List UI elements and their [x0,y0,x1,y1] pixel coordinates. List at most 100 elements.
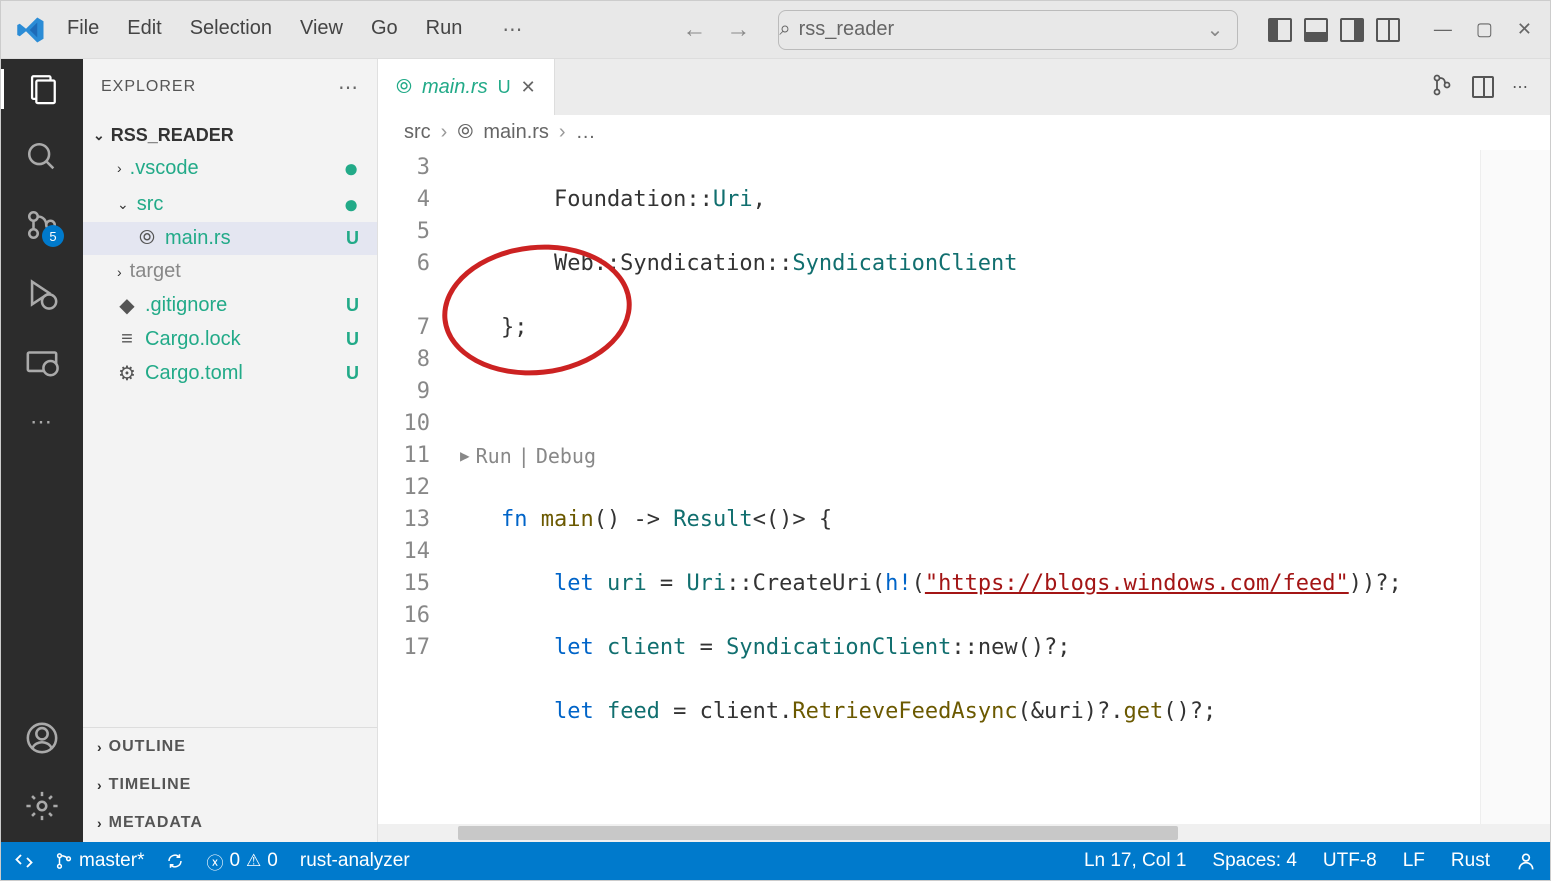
project-name: RSS_READER [111,125,234,146]
activity-source-control[interactable]: 5 [22,205,62,245]
rust-analyzer-status[interactable]: rust-analyzer [300,850,410,872]
breadcrumb-seg-more[interactable]: … [576,121,596,144]
status-bar: master* ⓧ0 ⚠0 rust-analyzer Ln 17, Col 1… [1,842,1550,880]
customize-layout-icon[interactable] [1376,18,1400,42]
activity-run-debug[interactable] [22,273,62,313]
tree-item[interactable]: ⦾main.rsU [83,222,377,255]
command-center[interactable]: ⌕ rss_reader ⌄ [778,10,1238,50]
sidebar-actions-icon[interactable]: ⋯ [338,75,359,100]
chevron-right-icon: › [441,121,448,144]
tab-status: U [498,77,511,98]
breadcrumb-seg-file[interactable]: main.rs [483,121,549,144]
sidebar-title: EXPLORER [101,78,196,96]
minimap[interactable] [1480,150,1550,824]
compare-changes-icon[interactable] [1430,73,1454,102]
minimize-icon[interactable]: — [1428,19,1458,40]
tree-root[interactable]: ⌄ RSS_READER [83,121,377,150]
code-editor[interactable]: 3 4 5 6 7 8 9 10 11 12 13 14 15 16 17 Fo… [378,150,1550,824]
cursor-position[interactable]: Ln 17, Col 1 [1084,850,1186,872]
activity-accounts[interactable] [22,718,62,758]
main-area: 5 ⋯ EXPLORER ⋯ ⌄ RSS_READER [1,59,1550,842]
menu-view[interactable]: View [300,17,343,42]
code-content[interactable]: Foundation::Uri, Web::Syndication::Syndi… [448,150,1480,824]
tree-item-label: Cargo.toml [145,362,243,385]
vscode-logo-icon [13,12,49,48]
tree-item[interactable]: ≡ Cargo.lock U [83,323,377,356]
git-status: U [346,329,359,350]
search-text: rss_reader [799,18,895,41]
activity-settings[interactable] [22,786,62,826]
feedback-icon[interactable] [1516,851,1536,871]
rust-file-icon: ⦾ [457,121,473,144]
tree-item[interactable]: ›.vscode● [83,150,377,186]
sidebar: EXPLORER ⋯ ⌄ RSS_READER ›.vscode● ⌄ src ● ⦾ m… [83,59,378,842]
close-icon[interactable]: ✕ [1511,19,1538,40]
menu-overflow-icon[interactable]: ⋯ [502,17,524,42]
breadcrumb[interactable]: src › ⦾ main.rs › … [378,115,1550,150]
editor-tabs: ⦾ main.rs U ✕ ⋯ [378,59,1550,115]
menu-bar: File Edit Selection View Go Run ⋯ [67,17,524,42]
editor-more-icon[interactable]: ⋯ [1512,77,1528,97]
file-icon: ⚙ [117,361,137,386]
activity-overflow-icon[interactable]: ⋯ [30,409,54,435]
activity-search[interactable] [22,137,62,177]
layout-controls [1268,18,1400,42]
remote-indicator[interactable] [15,852,33,870]
git-status: U [346,363,359,384]
outline-panel[interactable]: ›OUTLINE [83,728,377,766]
timeline-panel[interactable]: ›TIMELINE [83,766,377,804]
sidebar-header: EXPLORER ⋯ [83,59,377,115]
git-status: ● [343,191,359,217]
tree-item-label: main.rs [165,227,231,250]
tree-item[interactable]: ⌄ src ● [83,186,377,222]
file-icon: ◆ [117,293,137,318]
menu-run[interactable]: Run [426,17,463,42]
tab-main-rs[interactable]: ⦾ main.rs U ✕ [378,59,555,115]
menu-selection[interactable]: Selection [190,17,272,42]
toggle-secondary-sidebar-icon[interactable] [1340,18,1364,42]
nav-arrows: ← → [682,16,750,44]
editor-area: ⦾ main.rs U ✕ ⋯ src › ⦾ main.rs › … [378,59,1550,842]
indentation[interactable]: Spaces: 4 [1212,850,1297,872]
toggle-primary-sidebar-icon[interactable] [1268,18,1292,42]
search-icon: ⌕ [779,18,790,41]
tree-item-label: Cargo.lock [145,328,241,351]
scrollbar-thumb[interactable] [458,826,1178,840]
toggle-panel-icon[interactable] [1304,18,1328,42]
tree-item[interactable]: ◆ .gitignore U [83,288,377,323]
tree-item-label: src [137,193,164,216]
menu-file[interactable]: File [67,17,99,42]
tab-close-icon[interactable]: ✕ [521,77,536,98]
eol[interactable]: LF [1403,850,1425,872]
activity-explorer[interactable] [22,69,62,109]
encoding[interactable]: UTF-8 [1323,850,1377,872]
problems[interactable]: ⓧ0 ⚠0 [206,849,277,874]
split-editor-icon[interactable] [1472,76,1494,98]
sync-changes[interactable] [166,852,184,870]
chevron-right-icon: › [559,121,566,144]
line-gutter: 3 4 5 6 7 8 9 10 11 12 13 14 15 16 17 [378,150,448,824]
rust-file-icon: ⦾ [396,76,412,99]
nav-back-icon[interactable]: ← [682,16,706,44]
nav-forward-icon[interactable]: → [726,16,750,44]
metadata-panel[interactable]: ›METADATA [83,804,377,842]
activity-remote[interactable] [22,341,62,381]
chevron-icon: › [117,264,122,280]
language-mode[interactable]: Rust [1451,850,1490,872]
file-icon: ≡ [117,328,137,351]
file-icon: ⦾ [137,227,157,250]
window-controls: — ▢ ✕ [1428,19,1538,40]
chevron-icon: ⌄ [117,196,129,213]
tree-item[interactable]: ⚙ Cargo.toml U [83,356,377,391]
tree-item[interactable]: › target [83,255,377,288]
git-branch[interactable]: master* [55,850,144,872]
menu-go[interactable]: Go [371,17,398,42]
git-status: U [346,295,359,316]
codelens-run-debug[interactable]: ▶Run | Debug [448,440,1480,472]
tree-item-label: target [130,260,181,283]
menu-edit[interactable]: Edit [127,17,161,42]
breadcrumb-seg-src[interactable]: src [404,121,431,144]
horizontal-scrollbar[interactable] [378,824,1550,842]
maximize-icon[interactable]: ▢ [1470,19,1499,40]
tree-item-label: .gitignore [145,294,227,317]
